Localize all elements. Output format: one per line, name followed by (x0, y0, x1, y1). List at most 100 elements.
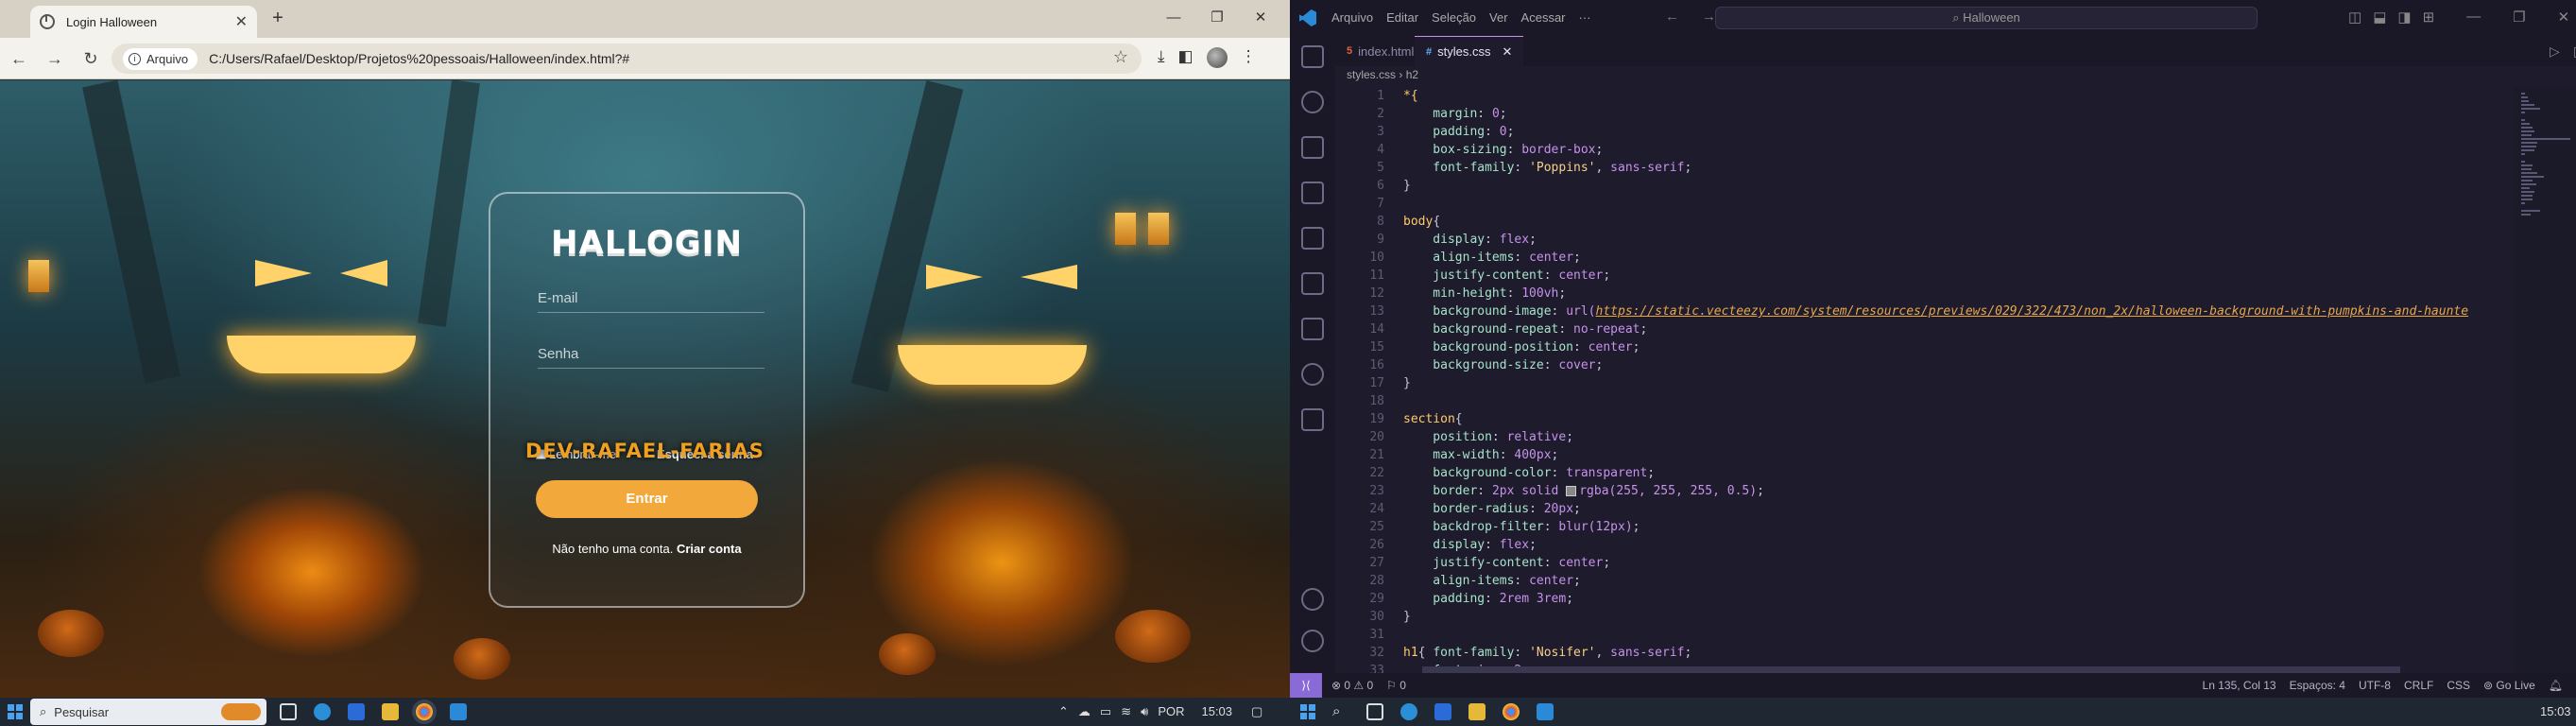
code-line[interactable]: 29 padding: 2rem 3rem; (1335, 590, 2514, 608)
code-editor[interactable]: 1 *{2 margin: 0; 3 padding: 0; 4 box-sizing… (1335, 87, 2514, 673)
encoding[interactable]: UTF-8 (2359, 679, 2391, 692)
close-window-button[interactable]: ✕ (1239, 6, 1282, 30)
containers-icon[interactable] (1301, 408, 1324, 431)
color-swatch-icon[interactable] (1566, 486, 1577, 496)
code-line[interactable]: 1 *{ (1335, 87, 2514, 105)
tab-login-halloween[interactable]: Login Halloween ✕ (30, 6, 257, 38)
code-line[interactable]: 5 font-family: 'Poppins', sans-serif; (1335, 159, 2514, 177)
address-bar[interactable]: i Arquivo C:/Users/Rafael/Desktop/Projet… (112, 43, 1142, 74)
source-control-icon[interactable] (1301, 136, 1324, 159)
forward-icon[interactable]: → (43, 49, 66, 69)
go-live-button[interactable]: ⊚ Go Live (2483, 679, 2535, 692)
code-line[interactable]: 16 background-size: cover; (1335, 356, 2514, 374)
menu-go[interactable]: Acessar (1521, 10, 1566, 25)
profile-avatar[interactable] (1206, 47, 1228, 68)
code-line[interactable]: 15 background-position: center; (1335, 338, 2514, 356)
code-line[interactable]: 26 display: flex; (1335, 536, 2514, 554)
code-line[interactable]: 12 min-height: 100vh; (1335, 285, 2514, 302)
code-line[interactable]: 10 align-items: center; (1335, 249, 2514, 267)
windows-start-icon[interactable] (8, 704, 23, 719)
minimize-button[interactable]: — (2466, 9, 2481, 26)
remote-indicator-icon[interactable]: ⟩⟨ (1290, 673, 1322, 698)
chevron-up-icon[interactable]: ⌃ (1058, 704, 1069, 719)
edge-icon[interactable] (1400, 703, 1417, 720)
code-line[interactable]: 31 (1335, 626, 2514, 644)
new-tab-button[interactable]: + (266, 8, 289, 29)
tab-index-html[interactable]: 5 index.html (1335, 36, 1425, 66)
code-line[interactable]: 2 margin: 0; (1335, 105, 2514, 123)
toggle-secondary-sidebar-icon[interactable]: ◨ (2397, 9, 2411, 26)
menu-edit[interactable]: Editar (1386, 10, 1418, 25)
code-line[interactable]: 4 box-sizing: border-box; (1335, 141, 2514, 159)
code-line[interactable]: 22 background-color: transparent; (1335, 464, 2514, 482)
explorer-icon[interactable] (1301, 45, 1324, 68)
vscode-taskbar-icon[interactable] (450, 703, 467, 720)
site-info-chip[interactable]: i Arquivo (123, 47, 198, 70)
tab-styles-css[interactable]: # styles.css ✕ (1415, 36, 1524, 66)
back-icon[interactable]: ← (8, 49, 30, 69)
command-center[interactable]: ⌕ Halloween (1715, 7, 2258, 29)
indentation[interactable]: Espaços: 4 (2290, 679, 2345, 692)
password-field[interactable]: Senha (538, 340, 764, 369)
file-explorer-icon[interactable] (382, 703, 399, 720)
create-account-link[interactable]: Criar conta (677, 542, 742, 556)
menu-file[interactable]: Arquivo (1331, 10, 1373, 25)
file-explorer-icon[interactable] (1468, 703, 1485, 720)
email-field[interactable]: E-mail (538, 285, 764, 313)
code-line[interactable]: 23 border: 2px solid rgba(255, 255, 255,… (1335, 482, 2514, 500)
battery-icon[interactable]: ▭ (1100, 704, 1111, 719)
code-line[interactable]: 28 align-items: center; (1335, 572, 2514, 590)
menu-more[interactable]: ··· (1579, 10, 1591, 25)
close-tab-icon[interactable]: ✕ (235, 12, 248, 31)
breadcrumb-file[interactable]: styles.css (1347, 68, 1396, 81)
menu-selection[interactable]: Seleção (1432, 10, 1476, 25)
device-icon[interactable] (1301, 318, 1324, 340)
edge-icon[interactable] (314, 703, 331, 720)
language-mode[interactable]: CSS (2447, 679, 2470, 692)
login-button[interactable]: Entrar (536, 480, 758, 518)
notifications-bell-icon[interactable]: 🔔︎ (2549, 679, 2563, 692)
chrome-icon[interactable] (1503, 703, 1520, 720)
gear-icon[interactable] (1301, 630, 1324, 652)
reload-icon[interactable]: ↻ (79, 49, 102, 69)
cursor-position[interactable]: Ln 135, Col 13 (2203, 679, 2276, 692)
close-window-button[interactable]: ✕ (2558, 9, 2570, 26)
run-debug-icon[interactable] (1301, 182, 1324, 204)
code-line[interactable]: 13 background-image: url(https://static.… (1335, 302, 2514, 320)
code-line[interactable]: 20 position: relative; (1335, 428, 2514, 446)
code-line[interactable]: 18 (1335, 392, 2514, 410)
task-view-icon[interactable] (280, 703, 297, 720)
notification-center-icon[interactable]: ▢ (1251, 704, 1262, 719)
code-line[interactable]: 30} (1335, 608, 2514, 626)
run-icon[interactable]: ▷ (2550, 43, 2560, 60)
taskbar-search[interactable]: ⌕ Pesquisar (30, 699, 266, 725)
wifi-icon[interactable]: ≋ (1121, 704, 1131, 719)
code-line[interactable]: 21 max-width: 400px; (1335, 446, 2514, 464)
volume-icon[interactable]: 🔊︎ (1141, 704, 1148, 719)
vscode-taskbar-icon[interactable] (1537, 703, 1554, 720)
line-ending[interactable]: CRLF (2404, 679, 2433, 692)
code-line[interactable]: 24 border-radius: 20px; (1335, 500, 2514, 518)
minimap[interactable] (2514, 87, 2576, 673)
maximize-button[interactable]: ❐ (2513, 9, 2525, 26)
customize-layout-icon[interactable]: ⊞ (2423, 9, 2435, 26)
clock[interactable]: 15:03 (2540, 704, 2571, 718)
search-icon[interactable] (1301, 91, 1324, 113)
download-icon[interactable]: ⤓ (1158, 47, 1165, 68)
code-line[interactable]: 32 h1{ font-family: 'Nosifer', sans-serif… (1335, 644, 2514, 662)
menu-view[interactable]: Ver (1489, 10, 1508, 25)
back-icon[interactable]: ← (1665, 9, 1679, 25)
remote-explorer-icon[interactable] (1301, 272, 1324, 295)
code-line[interactable]: 3 padding: 0; (1335, 123, 2514, 141)
ports-indicator[interactable]: ⚐ 0 (1386, 679, 1406, 692)
bookmark-star-icon[interactable]: ☆ (1113, 47, 1128, 67)
toggle-panel-icon[interactable]: ⬓ (2373, 9, 2386, 26)
mail-icon[interactable] (1434, 703, 1451, 720)
language-indicator[interactable]: POR (1158, 704, 1184, 719)
maximize-button[interactable]: ❐ (1195, 6, 1239, 30)
github-icon[interactable] (1301, 363, 1324, 386)
windows-start-icon[interactable] (1300, 704, 1315, 719)
extensions-icon[interactable] (1301, 227, 1324, 250)
code-line[interactable]: 25 backdrop-filter: blur(12px); (1335, 518, 2514, 536)
kebab-menu-icon[interactable]: ⋮ (1241, 47, 1257, 68)
